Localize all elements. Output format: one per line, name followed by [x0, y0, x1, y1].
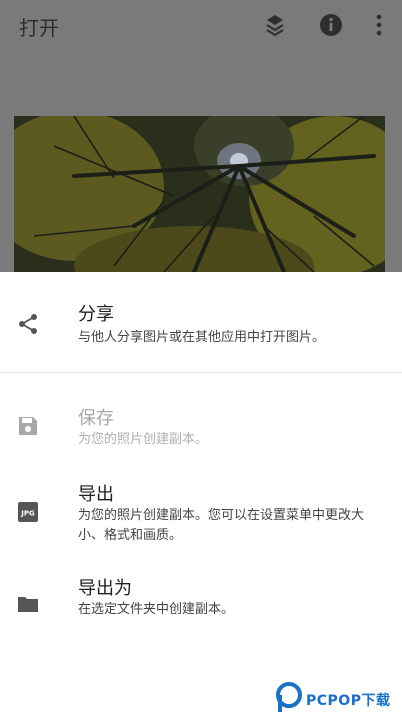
save-desc: 为您的照片创建副本。	[78, 432, 209, 447]
jpg-icon: JPG	[16, 500, 40, 524]
save-item[interactable]: 保存 为您的照片创建副本。	[0, 394, 402, 454]
share-icon	[16, 312, 40, 336]
save-icon	[16, 414, 40, 438]
info-icon[interactable]	[318, 12, 344, 38]
export-as-title: 导出为	[78, 578, 132, 599]
share-item[interactable]: 分享 与他人分享图片或在其他应用中打开图片。	[0, 292, 402, 362]
export-item[interactable]: JPG 导出 为您的照片创建副本。您可以在设置菜单中更改大小、格式和画质。	[0, 472, 402, 552]
share-title: 分享	[78, 304, 114, 325]
share-desc: 与他人分享图片或在其他应用中打开图片。	[78, 330, 326, 345]
export-title: 导出	[78, 484, 114, 505]
folder-icon	[16, 592, 40, 616]
export-as-item[interactable]: 导出为 在选定文件夹中创建副本。	[0, 570, 402, 630]
watermark-text: PCPOP下载	[306, 693, 391, 709]
toolbar-title: 打开	[19, 16, 59, 40]
export-as-desc: 在选定文件夹中创建副本。	[78, 602, 235, 617]
save-title: 保存	[78, 408, 114, 429]
photo-preview	[14, 116, 385, 272]
bottom-sheet: 分享 与他人分享图片或在其他应用中打开图片。 保存 为您的照片创建副本。 JPG…	[0, 272, 402, 720]
divider	[0, 372, 402, 373]
looks-icon[interactable]	[262, 12, 288, 38]
more-vert-icon[interactable]	[366, 12, 392, 38]
jpg-icon-label: JPG	[20, 510, 35, 518]
export-desc: 为您的照片创建副本。您可以在设置菜单中更改大小、格式和画质。	[78, 508, 365, 543]
background-app: 打开	[0, 0, 402, 272]
watermark-logo: PCPOP下载	[276, 682, 400, 714]
toolbar: 打开	[0, 0, 402, 52]
